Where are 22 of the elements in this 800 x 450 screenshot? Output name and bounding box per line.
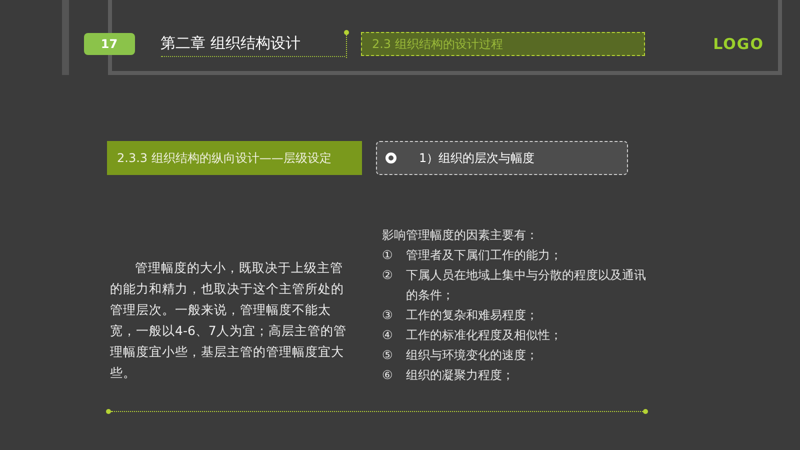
- list-number: ⑥: [382, 367, 394, 384]
- list-number: ⑤: [382, 347, 394, 364]
- list-item: 工作的复杂和难易程度；: [406, 307, 538, 324]
- list-item: 组织的凝聚力程度；: [406, 367, 514, 384]
- list-number: ④: [382, 327, 394, 344]
- list-number: ③: [382, 307, 394, 324]
- divider-dot-icon: [344, 30, 349, 58]
- list-item: 管理者及下属们工作的能力；: [406, 247, 562, 264]
- topic-title: 1）组织的层次与幅度: [419, 150, 535, 167]
- list-item: 组织与环境变化的速度；: [406, 347, 538, 364]
- list-item: 工作的标准化程度及相似性；: [406, 327, 562, 344]
- list-item: 下属人员在地域上集中与分散的程度以及通讯的条件；: [406, 267, 647, 304]
- chapter-title: 第二章 组织结构设计: [160, 34, 300, 52]
- list-number: ①: [382, 247, 394, 264]
- section-title: 2.3 组织结构的设计过程: [360, 32, 646, 56]
- page-number: 17: [84, 33, 134, 55]
- ring-icon: [385, 152, 397, 164]
- subsection-title: 2.3.3 组织结构的纵向设计——层级设定: [107, 141, 362, 175]
- paragraph: 管理幅度的大小，既取决于上级主管的能力和精力，也取决于这个主管所处的管理层次。一般来说，管理幅度不能太宽，一般以4-6、7人为宜；高层主管的管理幅度宜小些，基层主管的管理幅度宜大些。: [110, 259, 348, 382]
- list-heading: 影响管理幅度的因素主要有：: [382, 227, 539, 244]
- list-number: ②: [382, 267, 394, 284]
- logo: LOGO: [713, 34, 764, 55]
